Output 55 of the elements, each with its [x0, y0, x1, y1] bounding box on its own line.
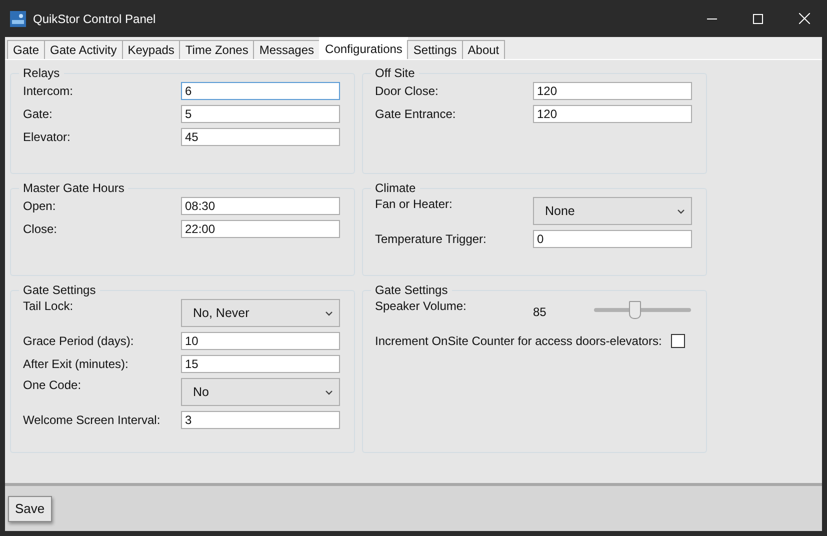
input-field[interactable]: 120 [533, 82, 692, 100]
field-label: Fan or Heater: [375, 197, 454, 211]
field-label: Open: [23, 199, 57, 213]
save-button[interactable]: Save [8, 496, 52, 522]
checkbox[interactable] [670, 334, 685, 348]
maximize-icon [753, 14, 763, 24]
field-label: Grace Period (days): [23, 334, 135, 348]
caret-icon [325, 310, 333, 316]
tab[interactable]: Time Zones [179, 40, 254, 59]
group-title: Gate Settings [374, 283, 449, 297]
tab[interactable]: Settings [407, 40, 463, 59]
tab[interactable]: Messages [253, 40, 320, 59]
field-label: Gate: [23, 107, 54, 121]
field-label: Gate Entrance: [375, 107, 457, 121]
dropdown[interactable]: No [181, 378, 340, 406]
input-field[interactable]: 120 [533, 105, 692, 123]
field-label: Temperature Trigger: [375, 232, 488, 246]
input-field[interactable]: 10 [181, 332, 340, 350]
field-label: Welcome Screen Interval: [23, 413, 162, 427]
caret-icon [677, 208, 685, 214]
input-field[interactable]: 3 [181, 411, 340, 429]
app-logo-icon [10, 10, 26, 26]
dropdown[interactable]: None [533, 197, 692, 225]
input-field[interactable]: 45 [181, 128, 340, 146]
field-label: Door Close: [375, 84, 440, 98]
tab[interactable]: Keypads [122, 40, 180, 59]
input-field[interactable]: 6 [181, 82, 340, 100]
tab[interactable]: Gate [7, 40, 46, 59]
tab[interactable]: About [462, 40, 506, 59]
slider-thumb[interactable] [629, 301, 642, 319]
input-field[interactable]: 5 [181, 105, 340, 123]
caret-icon [325, 390, 333, 394]
window-title: QuikStor Control Panel [33, 12, 157, 26]
field-label: Close: [23, 222, 58, 236]
field-label: Increment OnSite Counter for access doors-elevators: [375, 334, 662, 348]
group-title: Gate Settings [22, 283, 97, 297]
field-label: Tail Lock: [23, 299, 74, 313]
field-label: One Code: [23, 378, 82, 392]
field-label: Intercom: [23, 84, 74, 98]
input-field[interactable]: 0 [533, 230, 692, 248]
dropdown[interactable]: No, Never [181, 299, 340, 327]
volume-reading: 85 [533, 304, 548, 319]
close-icon [798, 13, 810, 24]
tab[interactable]: Configurations [319, 37, 408, 59]
group-title: Relays [22, 66, 61, 80]
field-label: After Exit (minutes): [23, 357, 130, 371]
input-field[interactable]: 08:30 [181, 197, 340, 215]
field-label: Elevator: [23, 130, 72, 144]
input-field[interactable]: 22:00 [181, 220, 340, 238]
group-title: Climate [374, 181, 417, 195]
group-title: Off Site [374, 66, 416, 80]
input-field[interactable]: 15 [181, 355, 340, 373]
group-title: Master Gate Hours [22, 181, 126, 195]
field-label: Speaker Volume: [375, 299, 468, 313]
tab[interactable]: Gate Activity [44, 40, 123, 59]
